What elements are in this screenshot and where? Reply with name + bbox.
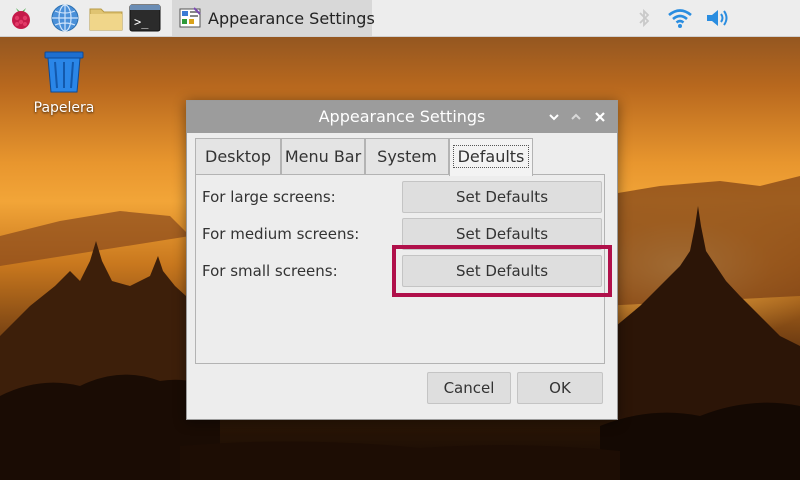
appearance-settings-dialog: Appearance Settings Desktop Menu Bar Sys…: [186, 100, 618, 420]
defaults-panel: For large screens: Set Defaults For medi…: [195, 174, 605, 364]
svg-text:>_: >_: [134, 15, 149, 29]
small-screens-label: For small screens:: [202, 262, 338, 280]
cancel-button[interactable]: Cancel: [427, 372, 511, 404]
tab-label: Menu Bar: [284, 147, 362, 166]
tab-defaults[interactable]: Defaults: [449, 138, 533, 176]
appearance-settings-app-icon: [178, 6, 202, 30]
tab-label: Defaults: [452, 145, 530, 168]
close-icon[interactable]: [591, 108, 609, 126]
dialog-titlebar[interactable]: Appearance Settings: [187, 101, 617, 133]
tab-label: Desktop: [205, 147, 271, 166]
set-defaults-small-button[interactable]: Set Defaults: [402, 255, 602, 287]
trash-label: Papelera: [33, 100, 95, 116]
tab-desktop[interactable]: Desktop: [195, 138, 281, 174]
desktop-trash[interactable]: Papelera: [24, 50, 104, 116]
bluetooth-icon[interactable]: [632, 6, 656, 30]
taskbar: >_ Appearance Settings: [0, 0, 800, 37]
set-defaults-large-button[interactable]: Set Defaults: [402, 181, 602, 213]
taskbar-task-label: Appearance Settings: [208, 8, 375, 28]
tab-system[interactable]: System: [365, 138, 449, 174]
maximize-chevron-icon[interactable]: [567, 108, 585, 126]
web-browser-icon[interactable]: [50, 3, 80, 33]
medium-screens-label: For medium screens:: [202, 225, 360, 243]
tab-menu-bar[interactable]: Menu Bar: [281, 138, 365, 174]
minimize-chevron-icon[interactable]: [545, 108, 563, 126]
file-manager-icon[interactable]: [88, 3, 124, 33]
ok-button[interactable]: OK: [517, 372, 603, 404]
trash-icon: [42, 50, 86, 94]
large-screens-label: For large screens:: [202, 188, 336, 206]
wifi-icon[interactable]: [666, 6, 694, 30]
tab-label: System: [377, 147, 437, 166]
volume-icon[interactable]: [704, 6, 734, 30]
taskbar-task-appearance-settings[interactable]: Appearance Settings: [172, 0, 375, 36]
terminal-icon[interactable]: >_: [129, 3, 161, 33]
raspberry-menu-icon[interactable]: [6, 3, 36, 33]
set-defaults-medium-button[interactable]: Set Defaults: [402, 218, 602, 250]
